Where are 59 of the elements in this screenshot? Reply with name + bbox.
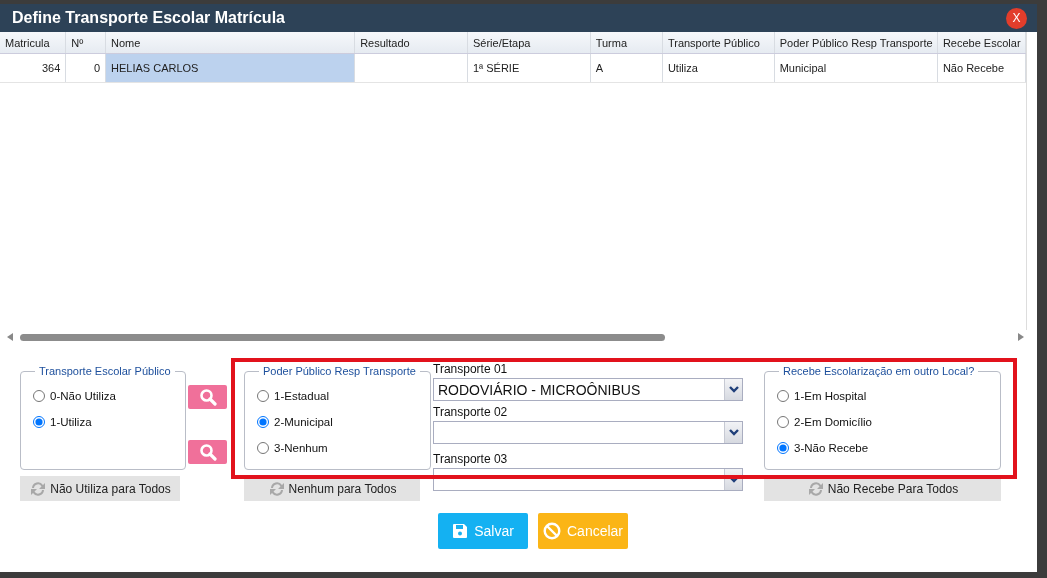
save-icon <box>452 523 469 539</box>
radio-option[interactable]: 0-Não Utiliza <box>33 383 175 409</box>
field-label: Transporte 03 <box>433 452 509 466</box>
chevron-down-icon <box>728 386 739 393</box>
dropdown-field[interactable] <box>433 468 743 491</box>
table-cell: A <box>590 54 663 82</box>
column-header[interactable]: Transporte Público <box>662 32 775 53</box>
table-cell: Utiliza <box>662 54 775 82</box>
dropdown-field[interactable]: RODOVIÁRIO - MICROÔNIBUS <box>433 378 743 401</box>
scroll-right-icon[interactable] <box>1017 332 1025 342</box>
radio-option[interactable]: 2-Em Domicílio <box>777 409 990 435</box>
radio-button[interactable] <box>257 416 269 428</box>
column-header[interactable]: Poder Público Resp Transporte <box>774 32 938 53</box>
radio-button[interactable] <box>777 390 789 402</box>
column-header[interactable]: Turma <box>590 32 663 53</box>
column-header[interactable]: Recebe Escolar <box>937 32 1026 53</box>
radio-option[interactable]: 1-Estadual <box>257 383 420 409</box>
refresh-icon <box>806 479 825 498</box>
chevron-down-icon <box>728 476 739 483</box>
apply-all-button[interactable]: Não Utiliza para Todos <box>20 476 180 501</box>
cancel-icon <box>543 522 561 540</box>
table-cell: Não Recebe <box>937 54 1026 82</box>
table-cell: 1ª SÉRIE <box>467 54 591 82</box>
radio-button[interactable] <box>33 416 45 428</box>
radio-option[interactable]: 1-Utiliza <box>33 409 175 435</box>
radio-button[interactable] <box>257 442 269 454</box>
dropdown-field[interactable] <box>433 421 743 444</box>
search-button[interactable] <box>188 440 227 464</box>
field-label: Transporte 01 <box>433 362 509 376</box>
radio-button[interactable] <box>777 416 789 428</box>
search-button[interactable] <box>188 385 227 409</box>
field-label: Transporte 02 <box>433 405 509 419</box>
search-icon <box>198 443 217 461</box>
radio-option[interactable]: 2-Municipal <box>257 409 420 435</box>
table-cell: Municipal <box>774 54 938 82</box>
table-cell: HELIAS CARLOS <box>106 54 356 82</box>
window-title: Define Transporte Escolar Matrícula <box>12 9 285 27</box>
radio-option[interactable]: 1-Em Hospital <box>777 383 990 409</box>
close-button[interactable]: X <box>1006 7 1027 29</box>
search-icon <box>198 388 217 406</box>
refresh-icon <box>267 479 286 498</box>
column-header[interactable]: Nº <box>66 32 106 53</box>
column-header[interactable]: Resultado <box>355 32 468 53</box>
column-header[interactable]: Nome <box>106 32 356 53</box>
radio-option[interactable]: 3-Nenhum <box>257 435 420 461</box>
radio-button[interactable] <box>777 442 789 454</box>
radio-option[interactable]: 3-Não Recebe <box>777 435 990 461</box>
panel-legend: Transporte Escolar Público <box>35 365 175 377</box>
horizontal-scrollbar[interactable] <box>6 331 1025 343</box>
radio-button[interactable] <box>257 390 269 402</box>
column-header[interactable]: Matricula <box>0 32 67 53</box>
radio-button[interactable] <box>33 390 45 402</box>
chevron-down-icon <box>728 429 739 436</box>
refresh-icon <box>29 479 48 498</box>
scroll-left-icon[interactable] <box>6 332 14 342</box>
table-cell: 364 <box>0 54 67 82</box>
panel-legend: Poder Público Resp Transporte <box>259 365 420 377</box>
panel-legend: Recebe Escolarização em outro Local? <box>779 365 979 377</box>
column-header[interactable]: Série/Etapa <box>467 32 591 53</box>
